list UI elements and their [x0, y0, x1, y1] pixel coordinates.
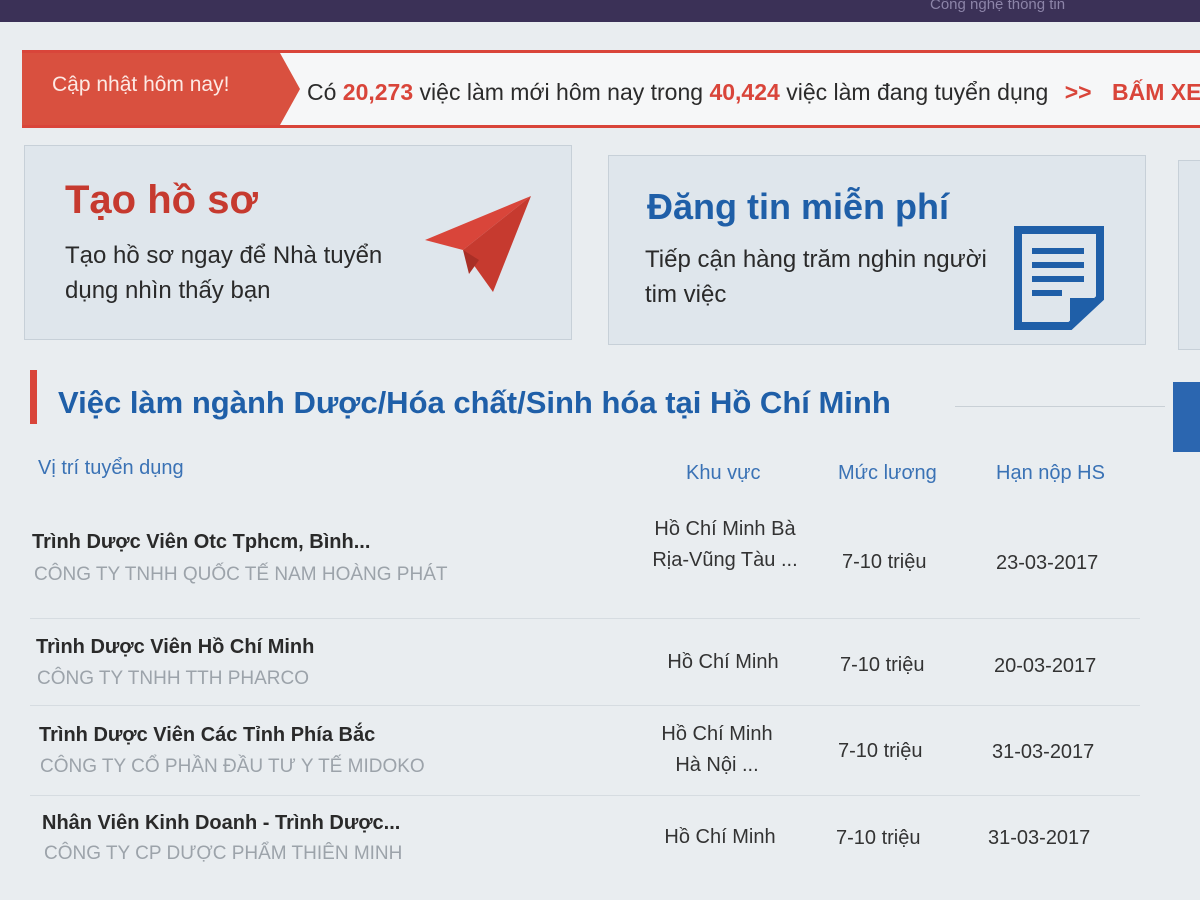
header-salary: Mức lương — [838, 462, 937, 484]
update-tag: Cập nhật hôm nay! — [22, 53, 300, 125]
job-title-link[interactable]: Trình Dược Viên Otc Tphcm, Bình... — [32, 531, 370, 554]
update-middle-text: việc làm mới hôm nay trong — [419, 79, 704, 105]
job-deadline: 20-03-2017 — [994, 655, 1097, 677]
post-job-title: Đăng tin miễn phí — [647, 186, 949, 227]
post-job-free-card[interactable]: Đăng tin miễn phí Tiếp cận hàng trăm ngh… — [608, 155, 1146, 345]
top-nav-bar: Công nghệ thông tin — [0, 0, 1200, 22]
section-accent-bar — [30, 370, 37, 424]
job-deadline: 31-03-2017 — [992, 741, 1095, 763]
row-divider — [30, 618, 1140, 619]
header-deadline: Hạn nộp HS — [996, 462, 1105, 484]
document-icon — [1014, 226, 1104, 330]
daily-update-banner: Cập nhật hôm nay! Có 20,273 việc làm mới… — [22, 50, 1200, 128]
create-profile-card[interactable]: Tạo hồ sơ Tạo hồ sơ ngay để Nhà tuyển dụ… — [24, 145, 572, 340]
section-divider — [955, 406, 1165, 407]
third-promo-card[interactable] — [1178, 160, 1200, 350]
create-profile-desc: Tạo hồ sơ ngay để Nhà tuyển dụng nhìn th… — [65, 242, 383, 304]
row-divider — [30, 705, 1140, 706]
job-title-link[interactable]: Trình Dược Viên Hồ Chí Minh — [36, 636, 314, 659]
section-title: Việc làm ngành Dược/Hóa chất/Sinh hóa tạ… — [58, 385, 891, 420]
job-title-link[interactable]: Nhân Viên Kinh Doanh - Trình Dược... — [42, 812, 400, 835]
update-prefix: Có — [307, 79, 337, 105]
company-name-link[interactable]: CÔNG TY TNHH TTH PHARCO — [37, 668, 309, 690]
update-suffix: việc làm đang tuyển dụng — [786, 79, 1049, 105]
top-nav-category-link[interactable]: Công nghệ thông tin — [930, 0, 1065, 13]
job-location: Hồ Chí Minh Hà Nội ... — [661, 723, 773, 776]
company-name-link[interactable]: CÔNG TY TNHH QUỐC TẾ NAM HOÀNG PHÁT — [34, 564, 447, 586]
job-salary: 7-10 triệu — [840, 654, 925, 676]
job-salary: 7-10 triệu — [838, 740, 923, 762]
header-position: Vị trí tuyển dụng — [38, 457, 184, 479]
job-location: Hồ Chí Minh — [664, 826, 776, 848]
paper-plane-icon — [425, 196, 531, 292]
post-job-desc: Tiếp cận hàng trăm nghin người tim việc — [645, 246, 987, 308]
job-location: Hồ Chí Minh Bà Rịa-Vũng Tàu ... — [652, 518, 798, 571]
view-now-link[interactable]: BẤM XEM — [1112, 79, 1200, 105]
job-title-link[interactable]: Trình Dược Viên Các Tỉnh Phía Bắc — [39, 724, 375, 747]
total-jobs-count: 40,424 — [709, 79, 780, 105]
job-location: Hồ Chí Minh — [667, 651, 779, 673]
job-deadline: 23-03-2017 — [996, 552, 1099, 574]
create-profile-title: Tạo hồ sơ — [65, 178, 258, 222]
job-salary: 7-10 triệu — [842, 551, 927, 573]
double-chevron-icon: >> — [1064, 79, 1092, 105]
sidebar-blue-block — [1173, 382, 1200, 452]
company-name-link[interactable]: CÔNG TY CP DƯỢC PHẨM THIÊN MINH — [44, 843, 402, 865]
update-message: Có 20,273 việc làm mới hôm nay trong 40,… — [307, 79, 1200, 106]
company-name-link[interactable]: CÔNG TY CỔ PHẦN ĐẦU TƯ Y TẾ MIDOKO — [40, 756, 425, 778]
section-heading: Việc làm ngành Dược/Hóa chất/Sinh hóa tạ… — [30, 370, 1165, 426]
new-jobs-count: 20,273 — [342, 79, 414, 105]
row-divider — [30, 795, 1140, 796]
job-salary: 7-10 triệu — [836, 827, 921, 849]
job-deadline: 31-03-2017 — [988, 827, 1091, 849]
header-region: Khu vực — [686, 462, 761, 484]
